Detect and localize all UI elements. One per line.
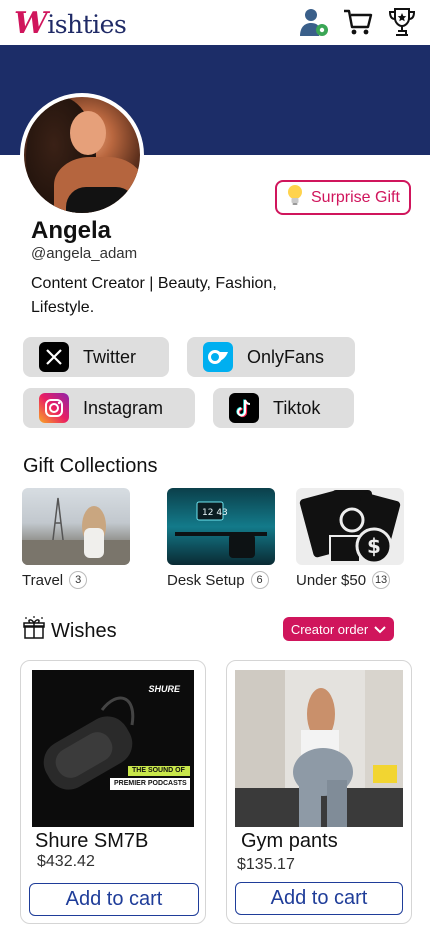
onlyfans-icon — [203, 342, 233, 372]
trophy-icon[interactable] — [386, 6, 418, 38]
product-name: Shure SM7B — [35, 830, 149, 852]
lightbulb-icon — [285, 184, 305, 211]
social-onlyfans-button[interactable]: OnlyFans — [187, 337, 355, 377]
collection-label: Desk Setup — [167, 571, 245, 589]
collection-count-badge: 6 — [250, 571, 269, 589]
product-brand-text: SHURE — [148, 684, 180, 694]
product-image: SHURE THE SOUND OF PREMIER PODCASTS — [32, 670, 194, 827]
x-twitter-icon — [39, 342, 69, 372]
collection-count-badge: 13 — [372, 571, 391, 589]
collection-desk-setup-image: 12 43 — [167, 488, 275, 565]
wishties-logo[interactable]: Wishties — [14, 6, 127, 41]
svg-text:$: $ — [367, 534, 381, 558]
surprise-gift-button[interactable]: Surprise Gift — [275, 180, 411, 215]
add-to-cart-button[interactable]: Add to cart — [29, 883, 199, 916]
collection-under-50-image: $ — [296, 488, 404, 565]
collection-travel[interactable]: Travel 3 — [22, 488, 130, 589]
product-image — [235, 670, 403, 827]
wishes-title: Wishes — [51, 619, 117, 642]
avatar — [20, 93, 144, 217]
social-tiktok-button[interactable]: Tiktok — [213, 388, 354, 428]
product-image-caption: PREMIER PODCASTS — [114, 780, 187, 787]
product-name: Gym pants — [241, 830, 338, 852]
collection-under-50[interactable]: $ Under $50 13 — [296, 488, 404, 589]
product-price: $135.17 — [237, 856, 295, 873]
social-instagram-button[interactable]: Instagram — [23, 388, 195, 428]
sort-order-dropdown[interactable]: Creator order — [283, 617, 394, 641]
instagram-icon — [39, 393, 69, 423]
tiktok-icon — [229, 393, 259, 423]
collection-label: Under $50 — [296, 571, 367, 589]
profile-handle: @angela_adam — [31, 245, 138, 262]
top-bar: Wishties — [0, 0, 430, 45]
wishes-header: Wishes — [23, 616, 117, 646]
user-settings-icon[interactable] — [298, 6, 330, 38]
chevron-down-icon — [374, 622, 386, 637]
product-image-caption: THE SOUND OF — [132, 767, 185, 774]
collection-label: Travel — [22, 571, 64, 589]
collection-travel-image — [22, 488, 130, 565]
header-actions — [298, 6, 418, 38]
wish-card[interactable]: SHURE THE SOUND OF PREMIER PODCASTS Shur… — [20, 660, 206, 924]
cart-icon[interactable] — [342, 6, 374, 38]
product-price: $432.42 — [37, 853, 95, 870]
wish-card[interactable]: Gym pants $135.17 Add to cart — [226, 660, 412, 924]
profile-bio: Content Creator | Beauty, Fashion, Lifes… — [31, 275, 277, 316]
collection-desk-setup[interactable]: 12 43 Desk Setup 6 — [167, 488, 275, 589]
social-twitter-button[interactable]: Twitter — [23, 337, 169, 377]
profile-name: Angela — [31, 217, 112, 244]
gift-icon — [23, 616, 45, 646]
gift-collections-title: Gift Collections — [23, 455, 158, 477]
add-to-cart-button[interactable]: Add to cart — [235, 882, 403, 915]
svg-text:12 43: 12 43 — [202, 508, 228, 518]
collection-count-badge: 3 — [69, 571, 88, 589]
